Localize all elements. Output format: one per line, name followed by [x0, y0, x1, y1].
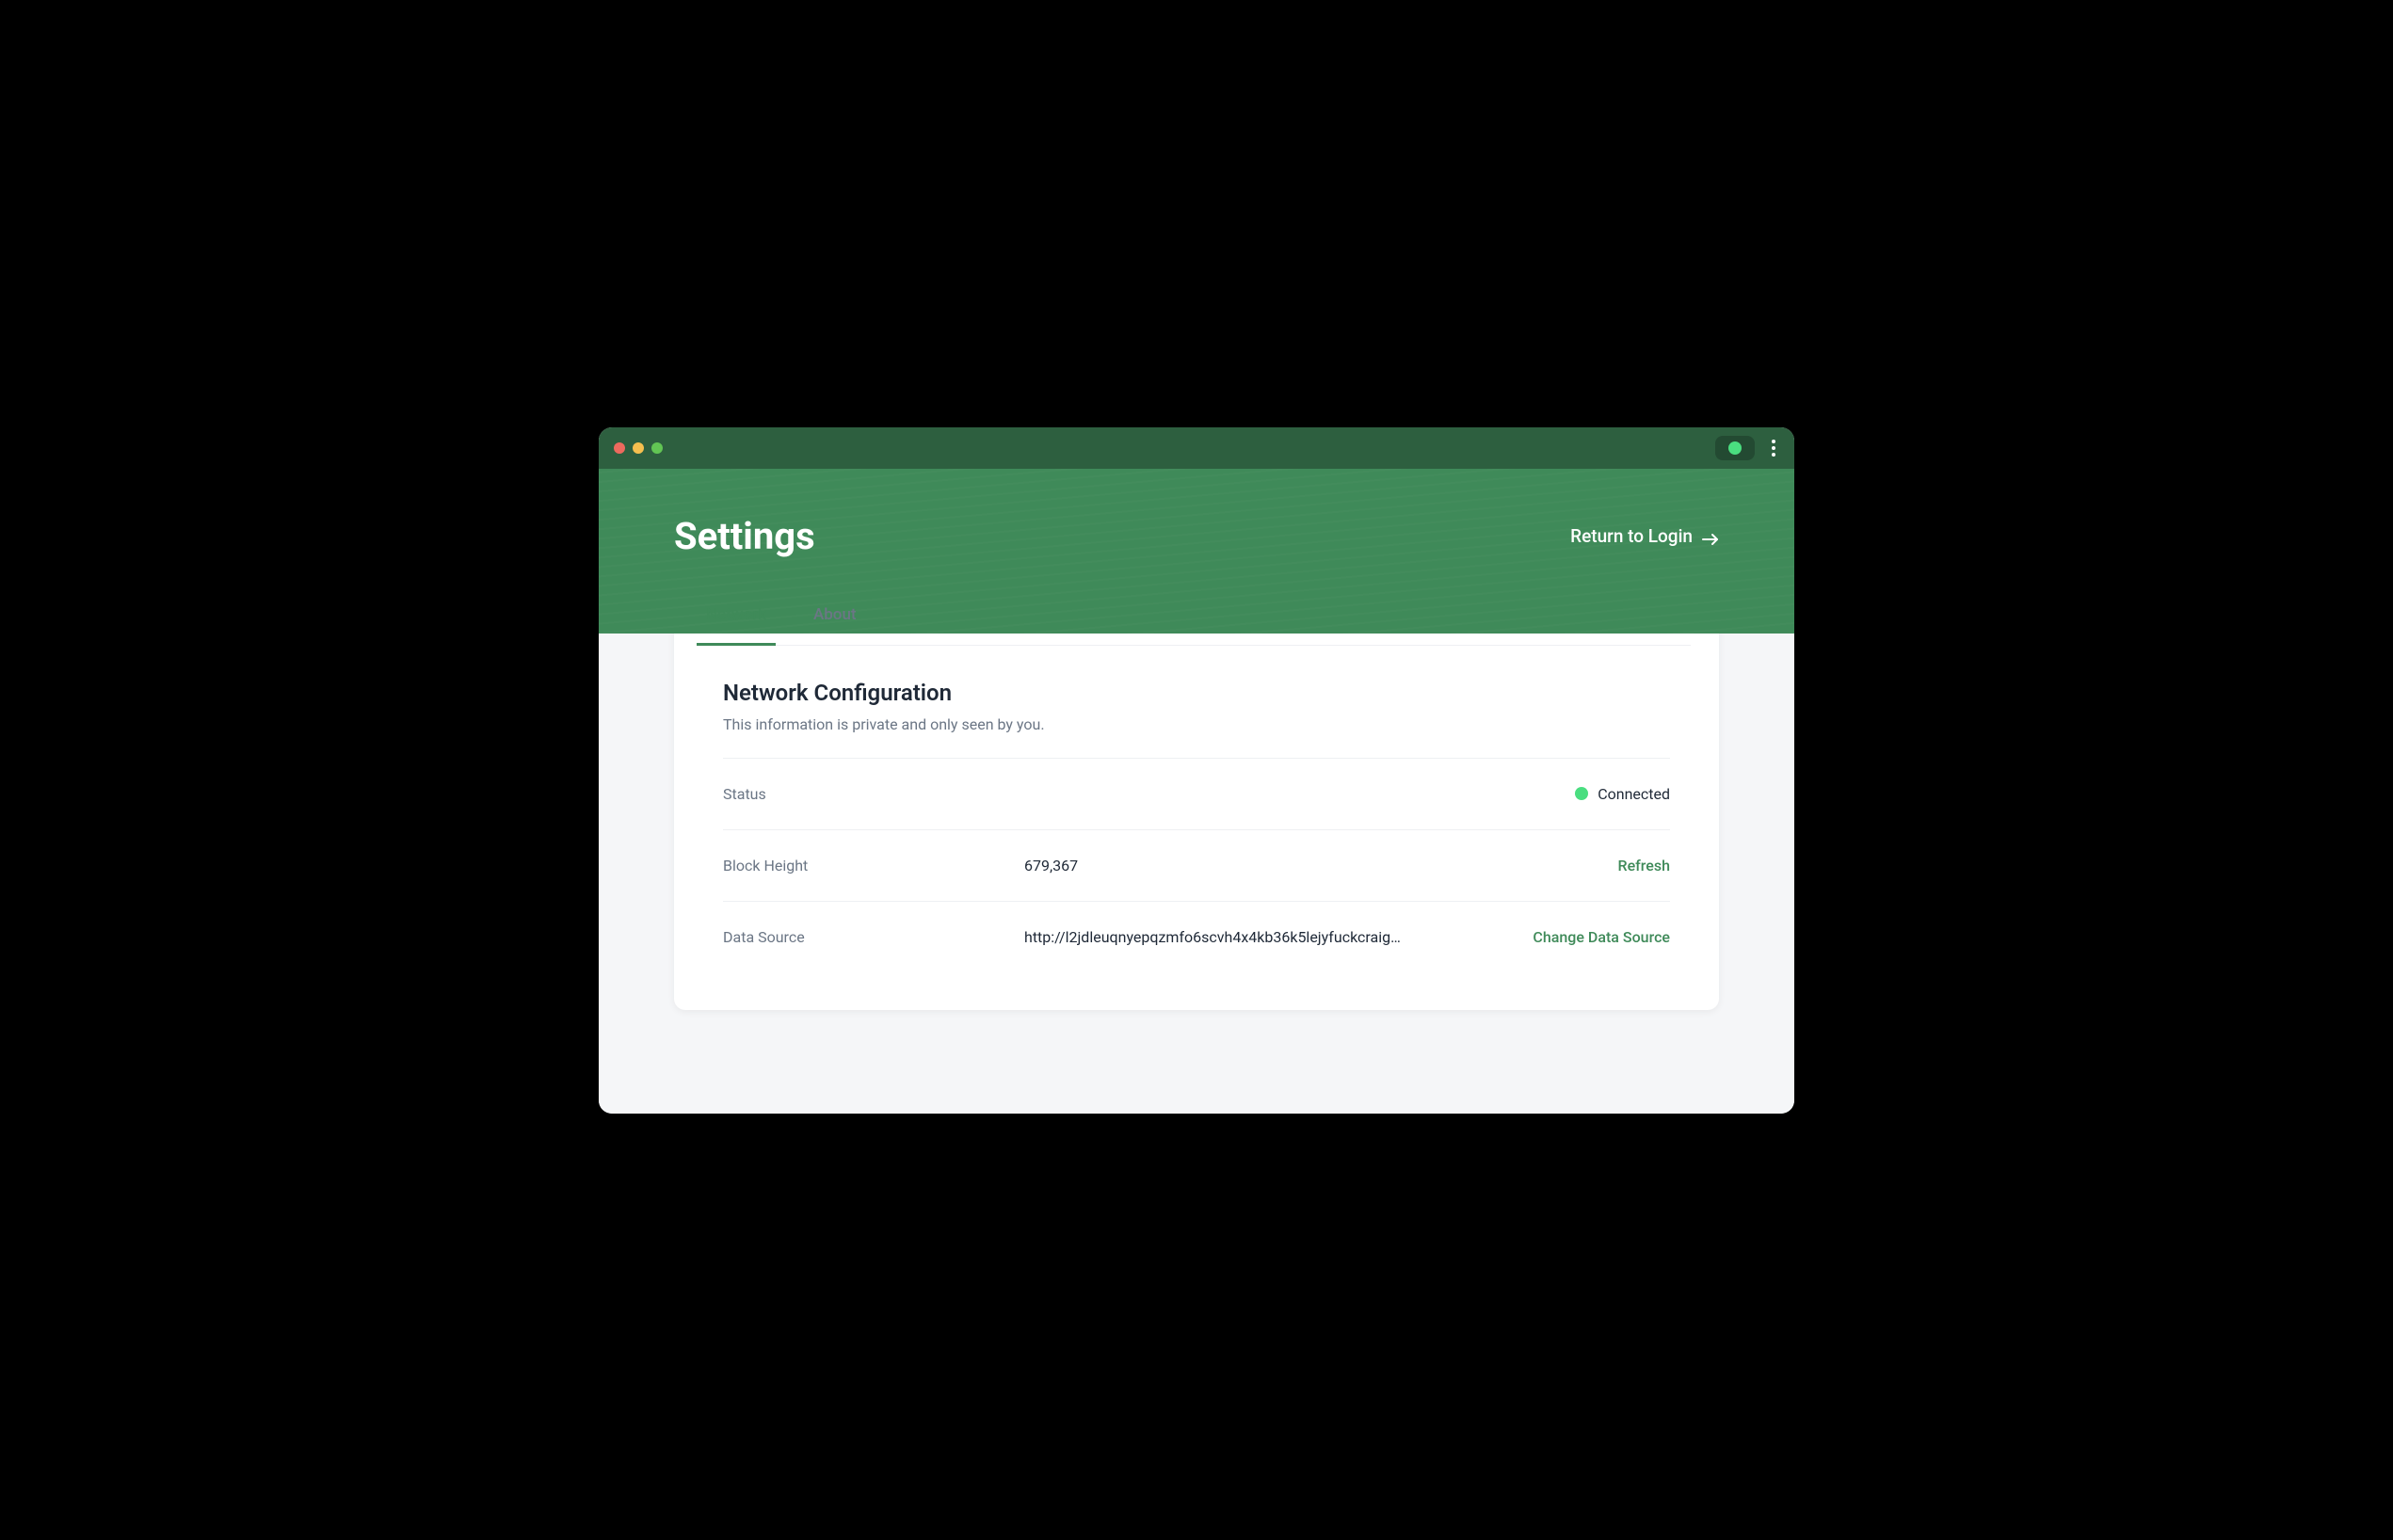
app-window: Settings Return to Login Network About N… — [599, 427, 1794, 1114]
tab-about[interactable]: About — [810, 585, 860, 645]
page-title: Settings — [674, 514, 815, 558]
refresh-button[interactable]: Refresh — [1618, 857, 1671, 874]
status-label: Status — [723, 785, 1024, 803]
section-title: Network Configuration — [723, 680, 1670, 706]
return-label: Return to Login — [1570, 525, 1693, 547]
window-controls — [614, 442, 663, 454]
data-source-value: http://l2jdleuqnyepqzmfo6scvh4x4kb36k5le… — [1024, 928, 1533, 946]
data-source-label: Data Source — [723, 928, 1024, 946]
status-value: Connected — [1598, 785, 1670, 803]
arrow-right-icon — [1702, 529, 1719, 542]
header: Settings Return to Login — [599, 469, 1794, 634]
status-dot-icon — [1575, 787, 1588, 800]
row-status: Status Connected — [723, 758, 1670, 829]
row-data-source: Data Source http://l2jdleuqnyepqzmfo6scv… — [723, 901, 1670, 972]
change-data-source-button[interactable]: Change Data Source — [1533, 928, 1670, 946]
settings-card: Network About Network Configuration This… — [674, 577, 1719, 1010]
status-value-group: Connected — [1575, 785, 1670, 803]
titlebar — [599, 427, 1794, 469]
connection-status-pill[interactable] — [1715, 436, 1755, 460]
network-section: Network Configuration This information i… — [702, 646, 1691, 972]
block-height-label: Block Height — [723, 857, 1024, 874]
block-height-value: 679,367 — [1024, 857, 1618, 874]
section-subtitle: This information is private and only see… — [723, 715, 1670, 733]
titlebar-right — [1715, 436, 1779, 460]
close-window-button[interactable] — [614, 442, 625, 454]
maximize-window-button[interactable] — [651, 442, 663, 454]
status-dot-icon — [1728, 441, 1742, 455]
body-area: Network About Network Configuration This… — [599, 577, 1794, 1114]
return-to-login-link[interactable]: Return to Login — [1570, 525, 1719, 547]
minimize-window-button[interactable] — [633, 442, 644, 454]
row-block-height: Block Height 679,367 Refresh — [723, 829, 1670, 901]
tab-network[interactable]: Network — [702, 585, 770, 645]
kebab-menu-button[interactable] — [1768, 436, 1779, 460]
